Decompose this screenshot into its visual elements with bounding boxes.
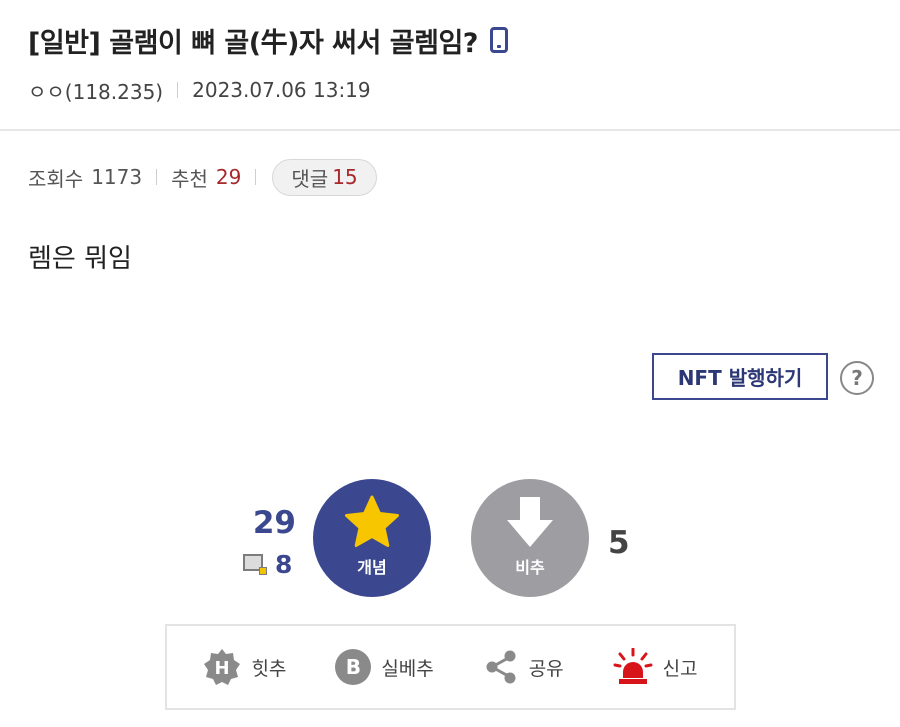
share-button[interactable]: 공유 [483, 649, 564, 685]
views-count: 1173 [91, 165, 143, 189]
upvote-count: 29 [252, 505, 296, 541]
recommend-label: 추천 [171, 166, 208, 191]
fixed-user-icon [243, 553, 267, 575]
recommend-count: 29 [215, 165, 242, 189]
share-label: 공유 [528, 657, 564, 680]
post-datetime: 2023.07.06 13:19 [192, 78, 371, 102]
best-recommend-button[interactable]: B 실베추 [335, 649, 434, 685]
downvote-label: 비추 [515, 558, 545, 577]
share-icon [486, 650, 516, 684]
help-icon[interactable]: ? [840, 361, 874, 395]
stats-divider [156, 169, 158, 185]
comments-button[interactable]: 댓글 15 [272, 158, 377, 196]
report-button[interactable]: 신고 [613, 648, 698, 686]
comments-label: 댓글 [291, 166, 329, 191]
downvote-count: 5 [608, 525, 630, 561]
header-divider [0, 129, 900, 131]
post-stats: 조회수 1173 추천 29 댓글 15 [28, 157, 377, 197]
views-label: 조회수 [28, 166, 84, 191]
svg-text:H: H [215, 658, 230, 679]
hit-h-icon: H [204, 649, 241, 685]
best-b-icon: B [335, 649, 372, 685]
author-name[interactable]: ㅇㅇ(118.235) [28, 76, 163, 105]
post-action-bar: H 힛추 B 실베추 공유 신고 [165, 624, 736, 710]
siren-icon [613, 648, 653, 684]
report-label: 신고 [662, 657, 698, 680]
star-icon [345, 495, 399, 547]
fixed-user-upvotes: 8 [243, 549, 292, 579]
post-title: [일반] 골램이 뼈 골(牛)자 써서 골렘임? [28, 27, 478, 59]
upvote-button[interactable]: 개념 [313, 479, 431, 597]
post-meta: ㅇㅇ(118.235) 2023.07.06 13:19 [28, 74, 371, 106]
hit-recommend-button[interactable]: H 힛추 [203, 648, 286, 686]
arrow-down-icon [507, 497, 553, 547]
post-body: 렘은 뭐임 [28, 244, 132, 274]
nft-mint-button[interactable]: NFT 발행하기 [652, 353, 828, 400]
comments-count: 15 [332, 165, 358, 189]
mobile-phone-icon [489, 27, 508, 53]
stats-divider [255, 169, 257, 185]
downvote-button[interactable]: 비추 [471, 479, 589, 597]
post-header: [일반] 골램이 뼈 골(牛)자 써서 골렘임? [28, 20, 508, 60]
hit-recommend-label: 힛추 [251, 657, 287, 680]
best-recommend-label: 실베추 [381, 657, 434, 680]
fixed-user-count: 8 [275, 549, 293, 579]
upvote-label: 개념 [357, 558, 387, 577]
meta-divider [177, 82, 179, 98]
